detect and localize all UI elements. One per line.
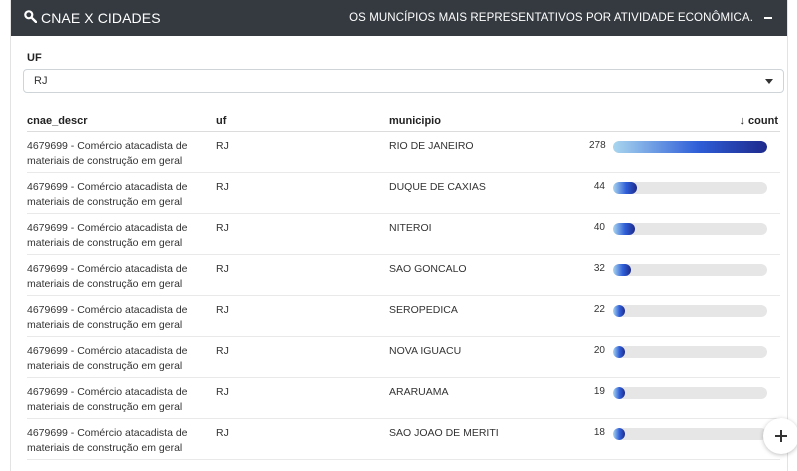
cell-count: 278 bbox=[589, 132, 780, 172]
cell-municipio: SEROPEDICA bbox=[389, 304, 458, 316]
count-value: 40 bbox=[593, 222, 605, 233]
cell-cnae-descr: 4679699 - Comércio atacadista de materia… bbox=[27, 304, 188, 331]
table-row: 4679699 - Comércio atacadista de materia… bbox=[27, 173, 780, 214]
cell-uf: RJ bbox=[216, 427, 229, 439]
cell-cnae-descr: 4679699 - Comércio atacadista de materia… bbox=[27, 345, 188, 372]
cell-count: 40 bbox=[589, 214, 780, 254]
table-row: 4679699 - Comércio atacadista de materia… bbox=[27, 337, 780, 378]
cell-count: 20 bbox=[589, 337, 780, 377]
cell-count: 22 bbox=[589, 296, 780, 336]
count-bar-track bbox=[613, 223, 767, 235]
uf-select-value: RJ bbox=[34, 75, 48, 87]
count-bar-track bbox=[613, 264, 767, 276]
cell-uf: RJ bbox=[216, 263, 229, 275]
cell-cnae-descr: 4679699 - Comércio atacadista de materia… bbox=[27, 263, 188, 290]
table-header: cnae_descr uf municipio ↓ count bbox=[27, 110, 780, 132]
count-bar bbox=[613, 264, 631, 276]
table-row: 4679699 - Comércio atacadista de materia… bbox=[27, 419, 780, 460]
column-header-uf[interactable]: uf bbox=[216, 115, 389, 127]
count-value: 22 bbox=[593, 304, 605, 315]
cell-uf: RJ bbox=[216, 140, 229, 152]
cell-uf: RJ bbox=[216, 304, 229, 316]
plus-icon-stroke bbox=[780, 430, 782, 442]
cell-municipio: SAO GONCALO bbox=[389, 263, 467, 275]
count-bar-track bbox=[613, 387, 767, 399]
table-row: 4679699 - Comércio atacadista de materia… bbox=[27, 378, 780, 419]
column-header-count[interactable]: ↓ count bbox=[589, 115, 780, 127]
search-icon bbox=[23, 9, 38, 28]
cell-municipio: SAO JOAO DE MERITI bbox=[389, 427, 499, 439]
cnae-cidades-card: CNAE X CIDADES OS MUNCÍPIOS MAIS REPRESE… bbox=[10, 0, 788, 471]
collapse-button[interactable] bbox=[761, 11, 775, 25]
card-header: CNAE X CIDADES OS MUNCÍPIOS MAIS REPRESE… bbox=[11, 0, 787, 36]
cnae-table: cnae_descr uf municipio ↓ count 4679699 … bbox=[27, 110, 780, 460]
cell-count: 44 bbox=[589, 173, 780, 213]
cell-count: 32 bbox=[589, 255, 780, 295]
cell-count: 19 bbox=[589, 378, 780, 418]
uf-select[interactable]: RJ bbox=[23, 69, 784, 93]
count-value: 32 bbox=[593, 263, 605, 274]
cell-municipio: NOVA IGUACU bbox=[389, 345, 462, 357]
count-bar-track bbox=[613, 141, 767, 153]
count-bar bbox=[613, 223, 635, 235]
cell-uf: RJ bbox=[216, 181, 229, 193]
table-row: 4679699 - Comércio atacadista de materia… bbox=[27, 255, 780, 296]
cell-municipio: ARARUAMA bbox=[389, 386, 449, 398]
count-bar bbox=[613, 141, 767, 153]
count-bar-track bbox=[613, 305, 767, 317]
table-row: 4679699 - Comércio atacadista de materia… bbox=[27, 132, 780, 173]
count-bar-track bbox=[613, 428, 767, 440]
cell-uf: RJ bbox=[216, 386, 229, 398]
count-bar bbox=[613, 428, 625, 440]
card-subtitle: OS MUNCÍPIOS MAIS REPRESENTATIVOS POR AT… bbox=[349, 12, 753, 24]
count-value: 18 bbox=[593, 427, 605, 438]
cell-cnae-descr: 4679699 - Comércio atacadista de materia… bbox=[27, 181, 188, 208]
caret-down-icon bbox=[765, 78, 773, 84]
count-bar bbox=[613, 182, 637, 194]
cell-municipio: RIO DE JANEIRO bbox=[389, 140, 474, 152]
cell-uf: RJ bbox=[216, 222, 229, 234]
cell-municipio: NITEROI bbox=[389, 222, 432, 234]
cell-municipio: DUQUE DE CAXIAS bbox=[389, 181, 486, 193]
count-bar-track bbox=[613, 182, 767, 194]
card-title: CNAE X CIDADES bbox=[41, 10, 161, 26]
cell-cnae-descr: 4679699 - Comércio atacadista de materia… bbox=[27, 222, 188, 249]
add-button[interactable] bbox=[763, 418, 797, 454]
count-bar bbox=[613, 387, 625, 399]
count-bar-track bbox=[613, 346, 767, 358]
cell-count: 18 bbox=[589, 419, 780, 459]
count-value: 19 bbox=[593, 386, 605, 397]
table-body: 4679699 - Comércio atacadista de materia… bbox=[27, 132, 780, 460]
column-header-municipio[interactable]: municipio bbox=[389, 115, 589, 127]
uf-filter-label: UF bbox=[27, 52, 42, 64]
cell-cnae-descr: 4679699 - Comércio atacadista de materia… bbox=[27, 427, 188, 454]
count-value: 278 bbox=[589, 140, 606, 151]
table-row: 4679699 - Comércio atacadista de materia… bbox=[27, 214, 780, 255]
cell-cnae-descr: 4679699 - Comércio atacadista de materia… bbox=[27, 386, 188, 413]
cell-cnae-descr: 4679699 - Comércio atacadista de materia… bbox=[27, 140, 188, 167]
column-header-cnae-descr[interactable]: cnae_descr bbox=[27, 115, 216, 127]
count-value: 44 bbox=[593, 181, 605, 192]
card-title-wrap: CNAE X CIDADES bbox=[23, 9, 161, 28]
cell-uf: RJ bbox=[216, 345, 229, 357]
count-bar bbox=[613, 305, 625, 317]
minus-icon bbox=[764, 17, 772, 19]
table-row: 4679699 - Comércio atacadista de materia… bbox=[27, 296, 780, 337]
count-value: 20 bbox=[593, 345, 605, 356]
count-bar bbox=[613, 346, 625, 358]
